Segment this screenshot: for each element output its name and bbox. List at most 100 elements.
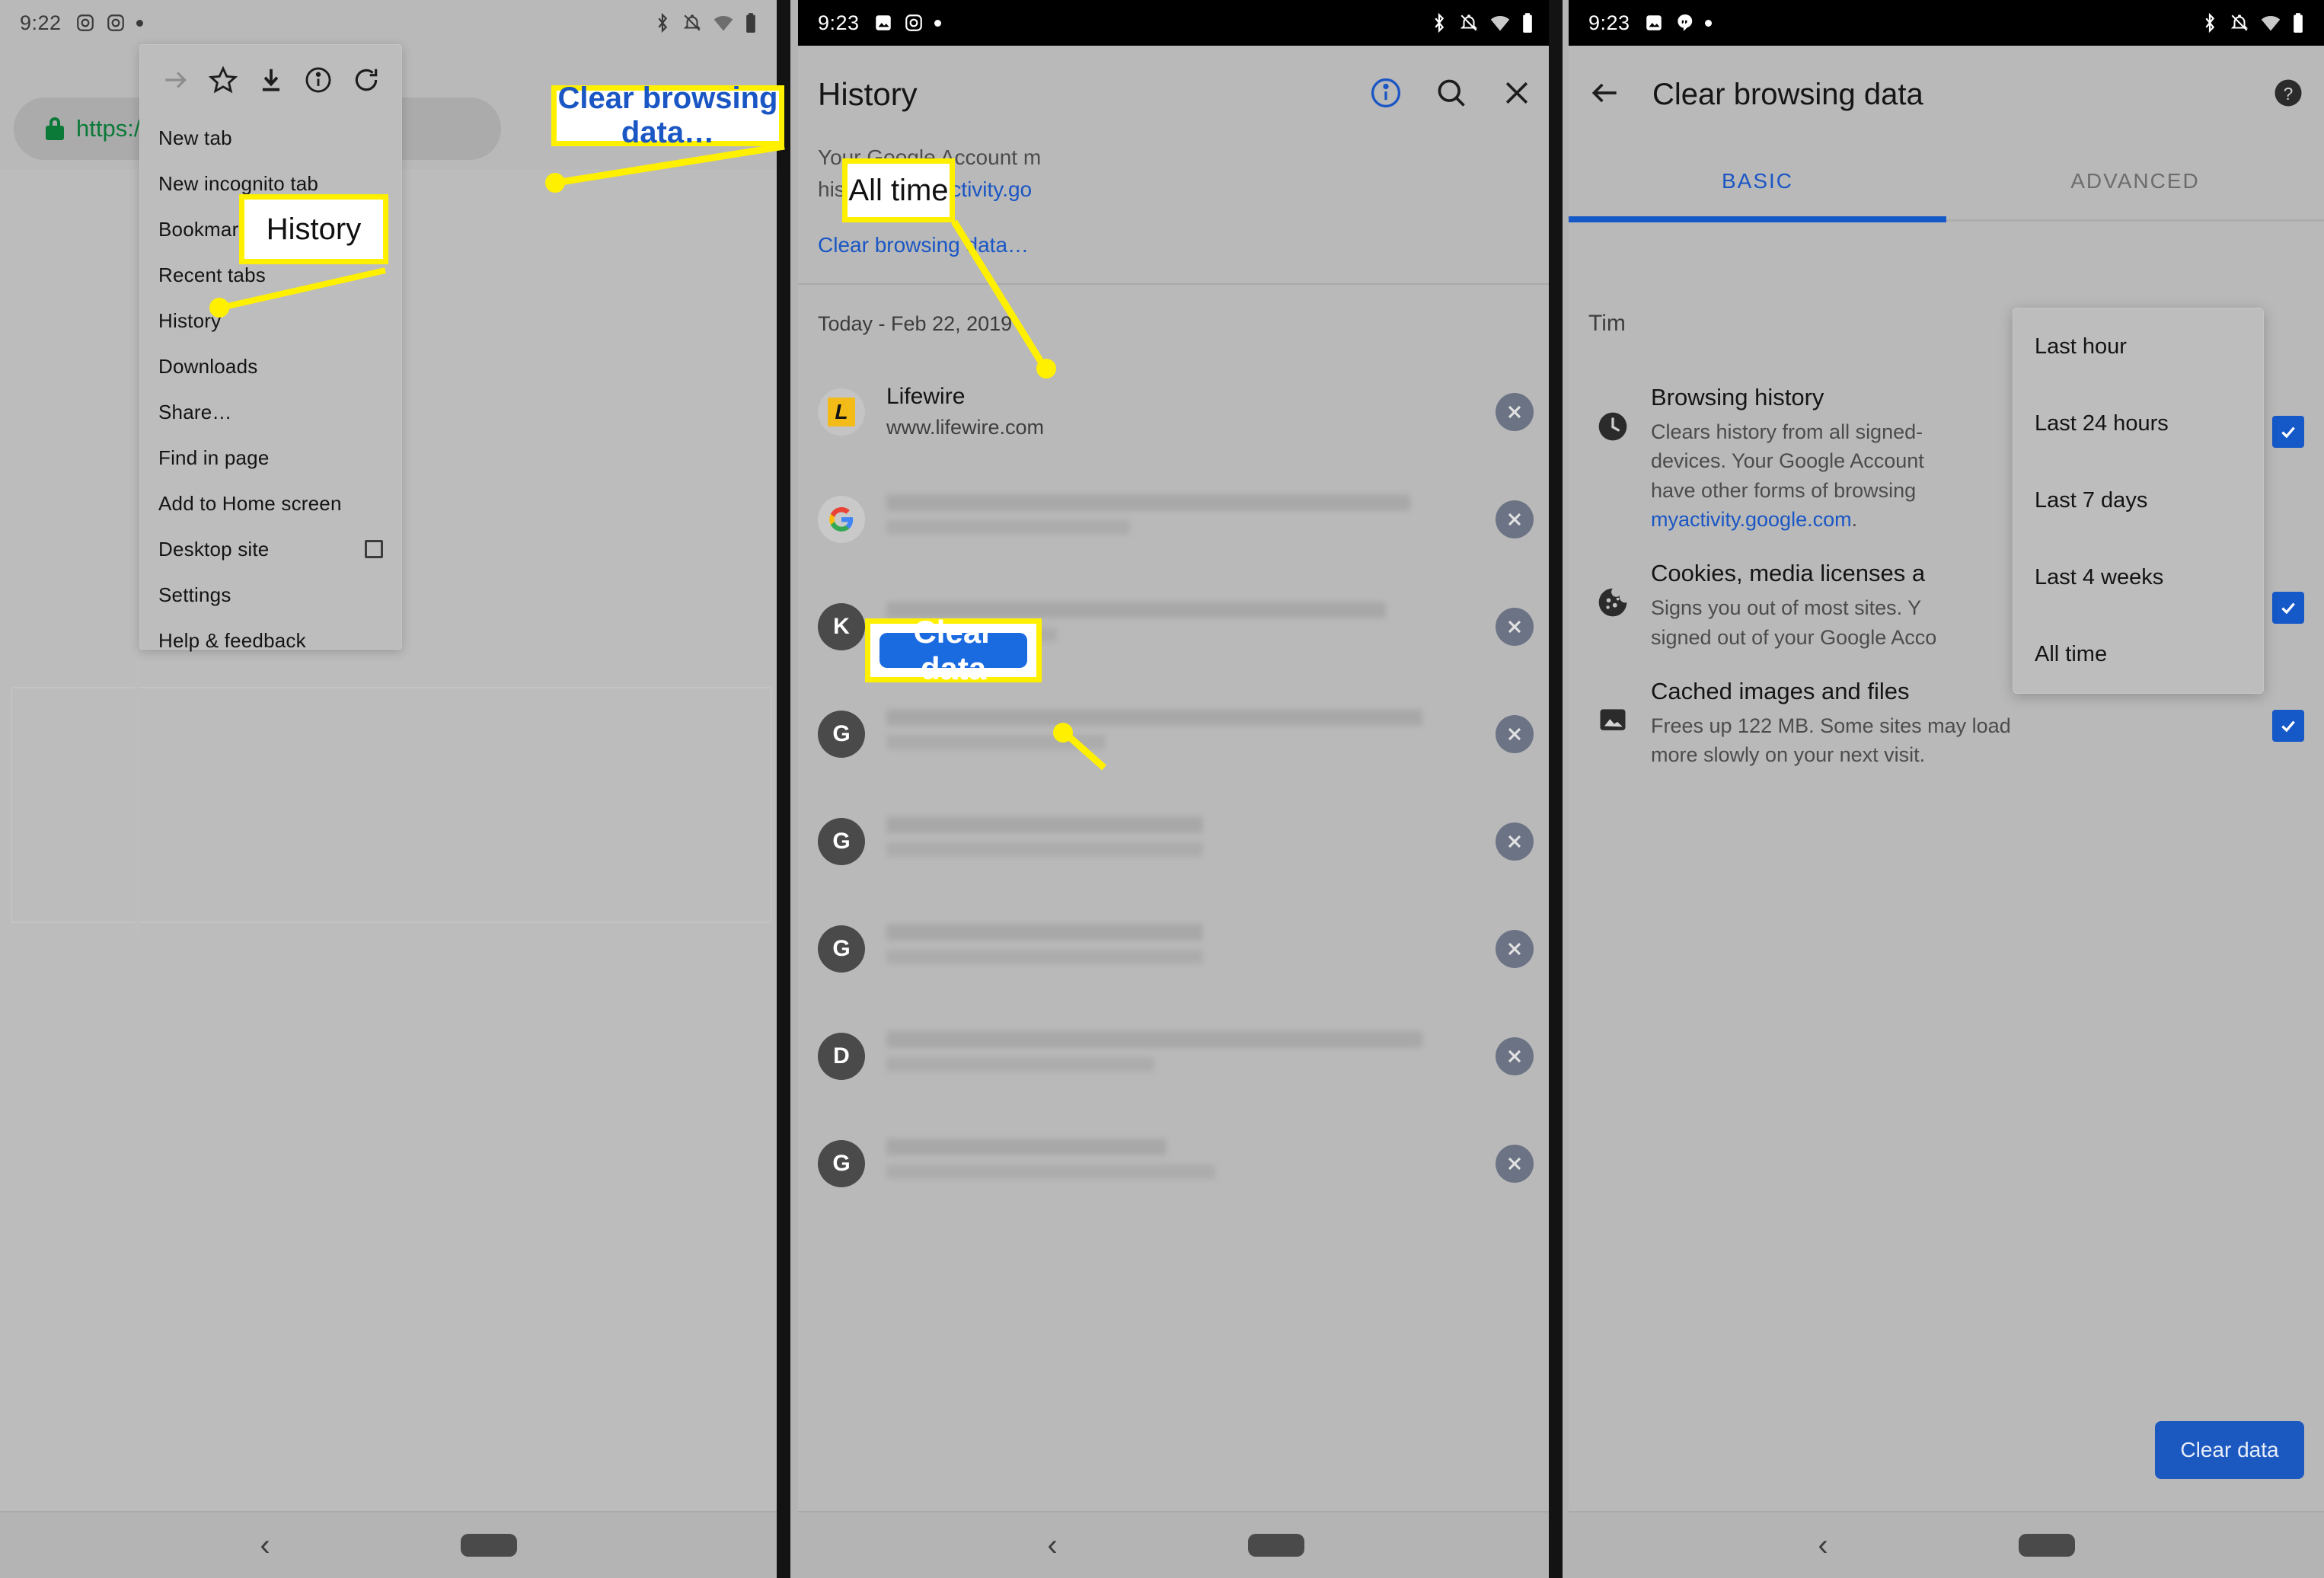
menu-item-find-in-page[interactable]: Find in page [140, 435, 401, 481]
cookie-icon [1588, 560, 1637, 619]
checkbox-cached-images[interactable] [2272, 709, 2304, 742]
search-icon[interactable] [1435, 76, 1468, 113]
nav-back-button[interactable]: ‹ [1047, 1530, 1057, 1560]
list-item[interactable]: L Lifewire www.lifewire.com [798, 358, 1553, 465]
history-list: L Lifewire www.lifewire.com K G G G D G [798, 358, 1553, 1217]
download-icon[interactable] [254, 63, 288, 97]
dot-icon [136, 19, 143, 27]
checkbox-cookies[interactable] [2272, 592, 2304, 624]
remove-icon[interactable] [1496, 500, 1534, 538]
svg-text:?: ? [2284, 83, 2294, 103]
history-date-header: Today - Feb 22, 2019 [818, 312, 1013, 335]
help-icon[interactable]: ? [2272, 77, 2304, 113]
status-bar-2: 9:23 [798, 0, 1553, 46]
history-header: History [798, 46, 1553, 143]
remove-icon[interactable] [1496, 1144, 1534, 1183]
remove-icon[interactable] [1496, 392, 1534, 431]
annotation-text: Clear data [879, 614, 1027, 686]
myactivity-link[interactable]: myactivity.google.com [1651, 508, 1852, 531]
bluetooth-icon [1430, 12, 1448, 34]
remove-icon[interactable] [1496, 607, 1534, 646]
list-item-redacted [886, 816, 1496, 866]
menu-item-new-tab[interactable]: New tab [140, 115, 401, 161]
annotation-all-time: All time [842, 158, 955, 222]
nav-back-button[interactable]: ‹ [1818, 1530, 1828, 1560]
panel-divider [777, 0, 790, 1578]
page-title: Clear browsing data [1652, 77, 1923, 111]
menu-item-help-and-feedback[interactable]: Help & feedback [140, 618, 401, 663]
time-range-label[interactable]: Tim [1588, 311, 1626, 337]
instagram-icon [904, 13, 924, 33]
favicon-letter: G [818, 710, 865, 758]
dot-icon [1704, 19, 1712, 27]
panel-history: 9:23 History Your Google Account m myact… [798, 0, 1553, 1578]
clear-browsing-data-link[interactable]: Clear browsing data… [818, 233, 1029, 257]
clock-icon [1588, 384, 1637, 443]
list-item[interactable]: G [798, 1110, 1553, 1217]
list-item[interactable]: G [798, 895, 1553, 1002]
panel-clear-browsing-data: 9:23 Clear browsing data ? BASIC ADVANCE… [1569, 0, 2324, 1578]
nav-home-button[interactable] [1247, 1534, 1304, 1557]
star-icon[interactable] [206, 63, 240, 97]
nav-home-button[interactable] [460, 1534, 517, 1557]
lock-icon [46, 117, 64, 140]
hangouts-icon [1674, 13, 1694, 33]
time-range-dropdown[interactable]: Last hour Last 24 hours Last 7 days Last… [2013, 308, 2264, 694]
clear-data-button[interactable]: Clear data [2155, 1421, 2304, 1479]
list-item[interactable]: D [798, 1002, 1553, 1110]
list-item-redacted [886, 1139, 1496, 1188]
list-item[interactable] [798, 465, 1553, 573]
status-bar-3: 9:23 [1569, 0, 2324, 46]
menu-item-desktop-site[interactable]: Desktop site [140, 526, 401, 572]
checkbox-browsing-history[interactable] [2272, 416, 2304, 448]
menu-item-label: New incognito tab [158, 171, 319, 195]
image-icon [1588, 678, 1637, 737]
info-icon[interactable] [1369, 76, 1403, 113]
forward-arrow-icon[interactable] [158, 63, 192, 97]
instagram-icon [106, 13, 126, 33]
annotation-text: Clear browsing data… [557, 81, 778, 149]
remove-icon[interactable] [1496, 714, 1534, 753]
favicon-letter: D [818, 1032, 865, 1080]
favicon-letter: G [818, 817, 865, 865]
menu-icon-row [140, 45, 401, 104]
url-scheme: https:// [76, 115, 148, 142]
bluetooth-icon [653, 12, 672, 34]
favicon-lifewire: L [818, 388, 865, 436]
desktop-site-checkbox[interactable] [365, 540, 383, 558]
menu-item-settings[interactable]: Settings [140, 572, 401, 618]
photos-icon [873, 13, 893, 33]
wifi-icon [1489, 14, 1511, 32]
three-panel-tutorial-screenshot: 9:22 https:// New tab New incognito tab … [0, 0, 2324, 1578]
menu-item-downloads[interactable]: Downloads [140, 343, 401, 389]
list-item[interactable]: G [798, 680, 1553, 787]
tab-advanced[interactable]: ADVANCED [1946, 143, 2324, 219]
divider [798, 283, 1553, 285]
dropdown-option-last-24-hours[interactable]: Last 24 hours [2013, 385, 2263, 462]
annotation-clear-browsing-data: Clear browsing data… [551, 81, 784, 149]
close-icon[interactable] [1500, 76, 1534, 113]
info-icon[interactable] [302, 63, 335, 97]
remove-icon[interactable] [1496, 822, 1534, 861]
menu-item-share[interactable]: Share… [140, 389, 401, 435]
back-arrow-icon[interactable] [1588, 76, 1622, 113]
dropdown-option-all-time[interactable]: All time [2013, 616, 2263, 693]
nav-home-button[interactable] [2018, 1534, 2075, 1557]
dropdown-option-last-7-days[interactable]: Last 7 days [2013, 462, 2263, 539]
status-time: 9:23 [1588, 11, 1630, 34]
status-bar-1: 9:22 [0, 0, 777, 46]
reload-icon[interactable] [350, 63, 383, 97]
menu-item-add-to-home-screen[interactable]: Add to Home screen [140, 481, 401, 526]
tab-active-indicator [1569, 216, 1946, 222]
dropdown-option-last-hour[interactable]: Last hour [2013, 308, 2263, 385]
list-item[interactable]: G [798, 787, 1553, 895]
nav-back-button[interactable]: ‹ [260, 1530, 270, 1560]
tab-basic[interactable]: BASIC [1569, 143, 1946, 219]
menu-item-history[interactable]: History [140, 298, 401, 343]
annotation-clear-data-button: Clear data [865, 614, 1042, 686]
remove-icon[interactable] [1496, 929, 1534, 968]
android-nav-bar-2: ‹ [798, 1513, 1553, 1578]
remove-icon[interactable] [1496, 1037, 1534, 1075]
menu-item-label: Share… [158, 400, 232, 423]
dropdown-option-last-4-weeks[interactable]: Last 4 weeks [2013, 539, 2263, 616]
